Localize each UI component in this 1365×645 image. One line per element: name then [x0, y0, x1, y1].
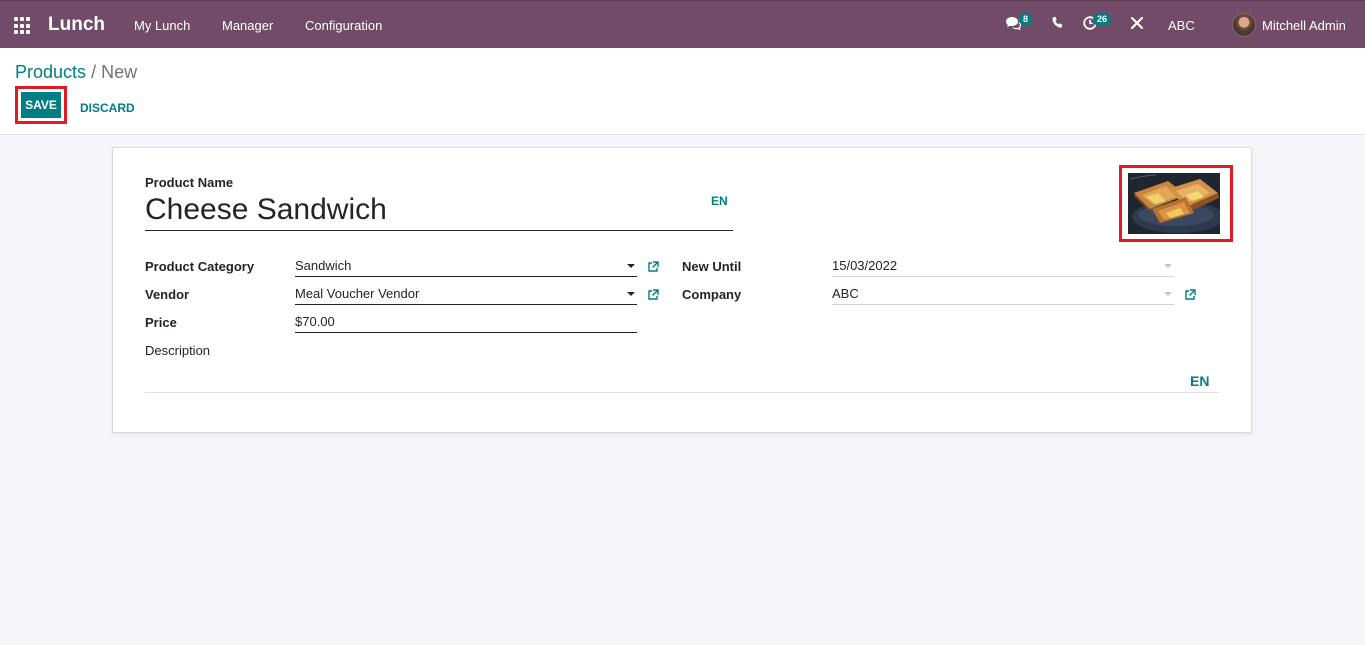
description-label: Description — [145, 343, 211, 358]
discard-button[interactable]: DISCARD — [80, 101, 135, 115]
product-category-value: Sandwich — [295, 258, 352, 273]
breadcrumb: Products / New — [15, 62, 137, 83]
save-button-highlight: SAVE — [15, 86, 67, 124]
menu-configuration[interactable]: Configuration — [305, 18, 382, 33]
company-value: ABC — [832, 286, 859, 301]
company-label: Company — [682, 287, 742, 302]
messages-badge: 8 — [1019, 13, 1033, 26]
dropdown-caret-icon — [627, 292, 635, 296]
top-navbar: Lunch My Lunch Manager Configuration 8 2… — [0, 0, 1365, 48]
vendor-value: Meal Voucher Vendor — [295, 286, 420, 301]
vendor-select[interactable]: Meal Voucher Vendor — [295, 285, 637, 305]
user-menu[interactable]: Mitchell Admin — [1262, 18, 1346, 33]
new-until-value: 15/03/2022 — [832, 258, 898, 273]
product-category-select[interactable]: Sandwich — [295, 257, 637, 277]
price-value: $70.00 — [295, 314, 335, 329]
breadcrumb-separator: / — [91, 62, 97, 82]
product-image-highlight — [1119, 165, 1233, 242]
external-link-icon[interactable] — [1184, 289, 1196, 301]
activities-badge: 26 — [1093, 13, 1112, 26]
phone-icon[interactable] — [1051, 16, 1063, 33]
dropdown-caret-icon — [627, 264, 635, 268]
new-until-label: New Until — [682, 259, 742, 274]
dropdown-caret-icon — [1164, 264, 1172, 268]
product-category-label: Product Category — [145, 259, 255, 274]
vendor-label: Vendor — [145, 287, 190, 302]
dropdown-caret-icon — [1164, 292, 1172, 296]
apps-grid-icon[interactable] — [14, 17, 32, 35]
price-label: Price — [145, 315, 177, 330]
avatar[interactable] — [1232, 13, 1256, 37]
description-editor[interactable] — [145, 392, 1219, 393]
description-lang-button[interactable]: EN — [1190, 373, 1209, 389]
breadcrumb-products-link[interactable]: Products — [15, 62, 86, 82]
new-until-date-input[interactable]: 15/03/2022 — [832, 257, 1174, 277]
app-name[interactable]: Lunch — [48, 14, 105, 36]
external-link-icon[interactable] — [647, 261, 659, 273]
product-form-sheet: Product Name Cheese Sandwich EN Product … — [112, 147, 1252, 433]
debug-tools-icon[interactable] — [1130, 16, 1144, 33]
company-select[interactable]: ABC — [832, 285, 1174, 305]
save-button[interactable]: SAVE — [21, 92, 61, 118]
control-panel: Products / New SAVE DISCARD — [0, 48, 1365, 135]
product-name-lang-button[interactable]: EN — [711, 194, 728, 208]
menu-my-lunch[interactable]: My Lunch — [134, 18, 190, 33]
product-image[interactable] — [1128, 173, 1220, 234]
breadcrumb-current: New — [101, 62, 138, 82]
price-input[interactable]: $70.00 — [295, 313, 637, 333]
product-name-input[interactable]: Cheese Sandwich — [145, 193, 733, 231]
external-link-icon[interactable] — [647, 289, 659, 301]
company-switcher[interactable]: ABC — [1168, 18, 1195, 33]
menu-manager[interactable]: Manager — [222, 18, 273, 33]
product-name-label: Product Name — [145, 175, 234, 190]
